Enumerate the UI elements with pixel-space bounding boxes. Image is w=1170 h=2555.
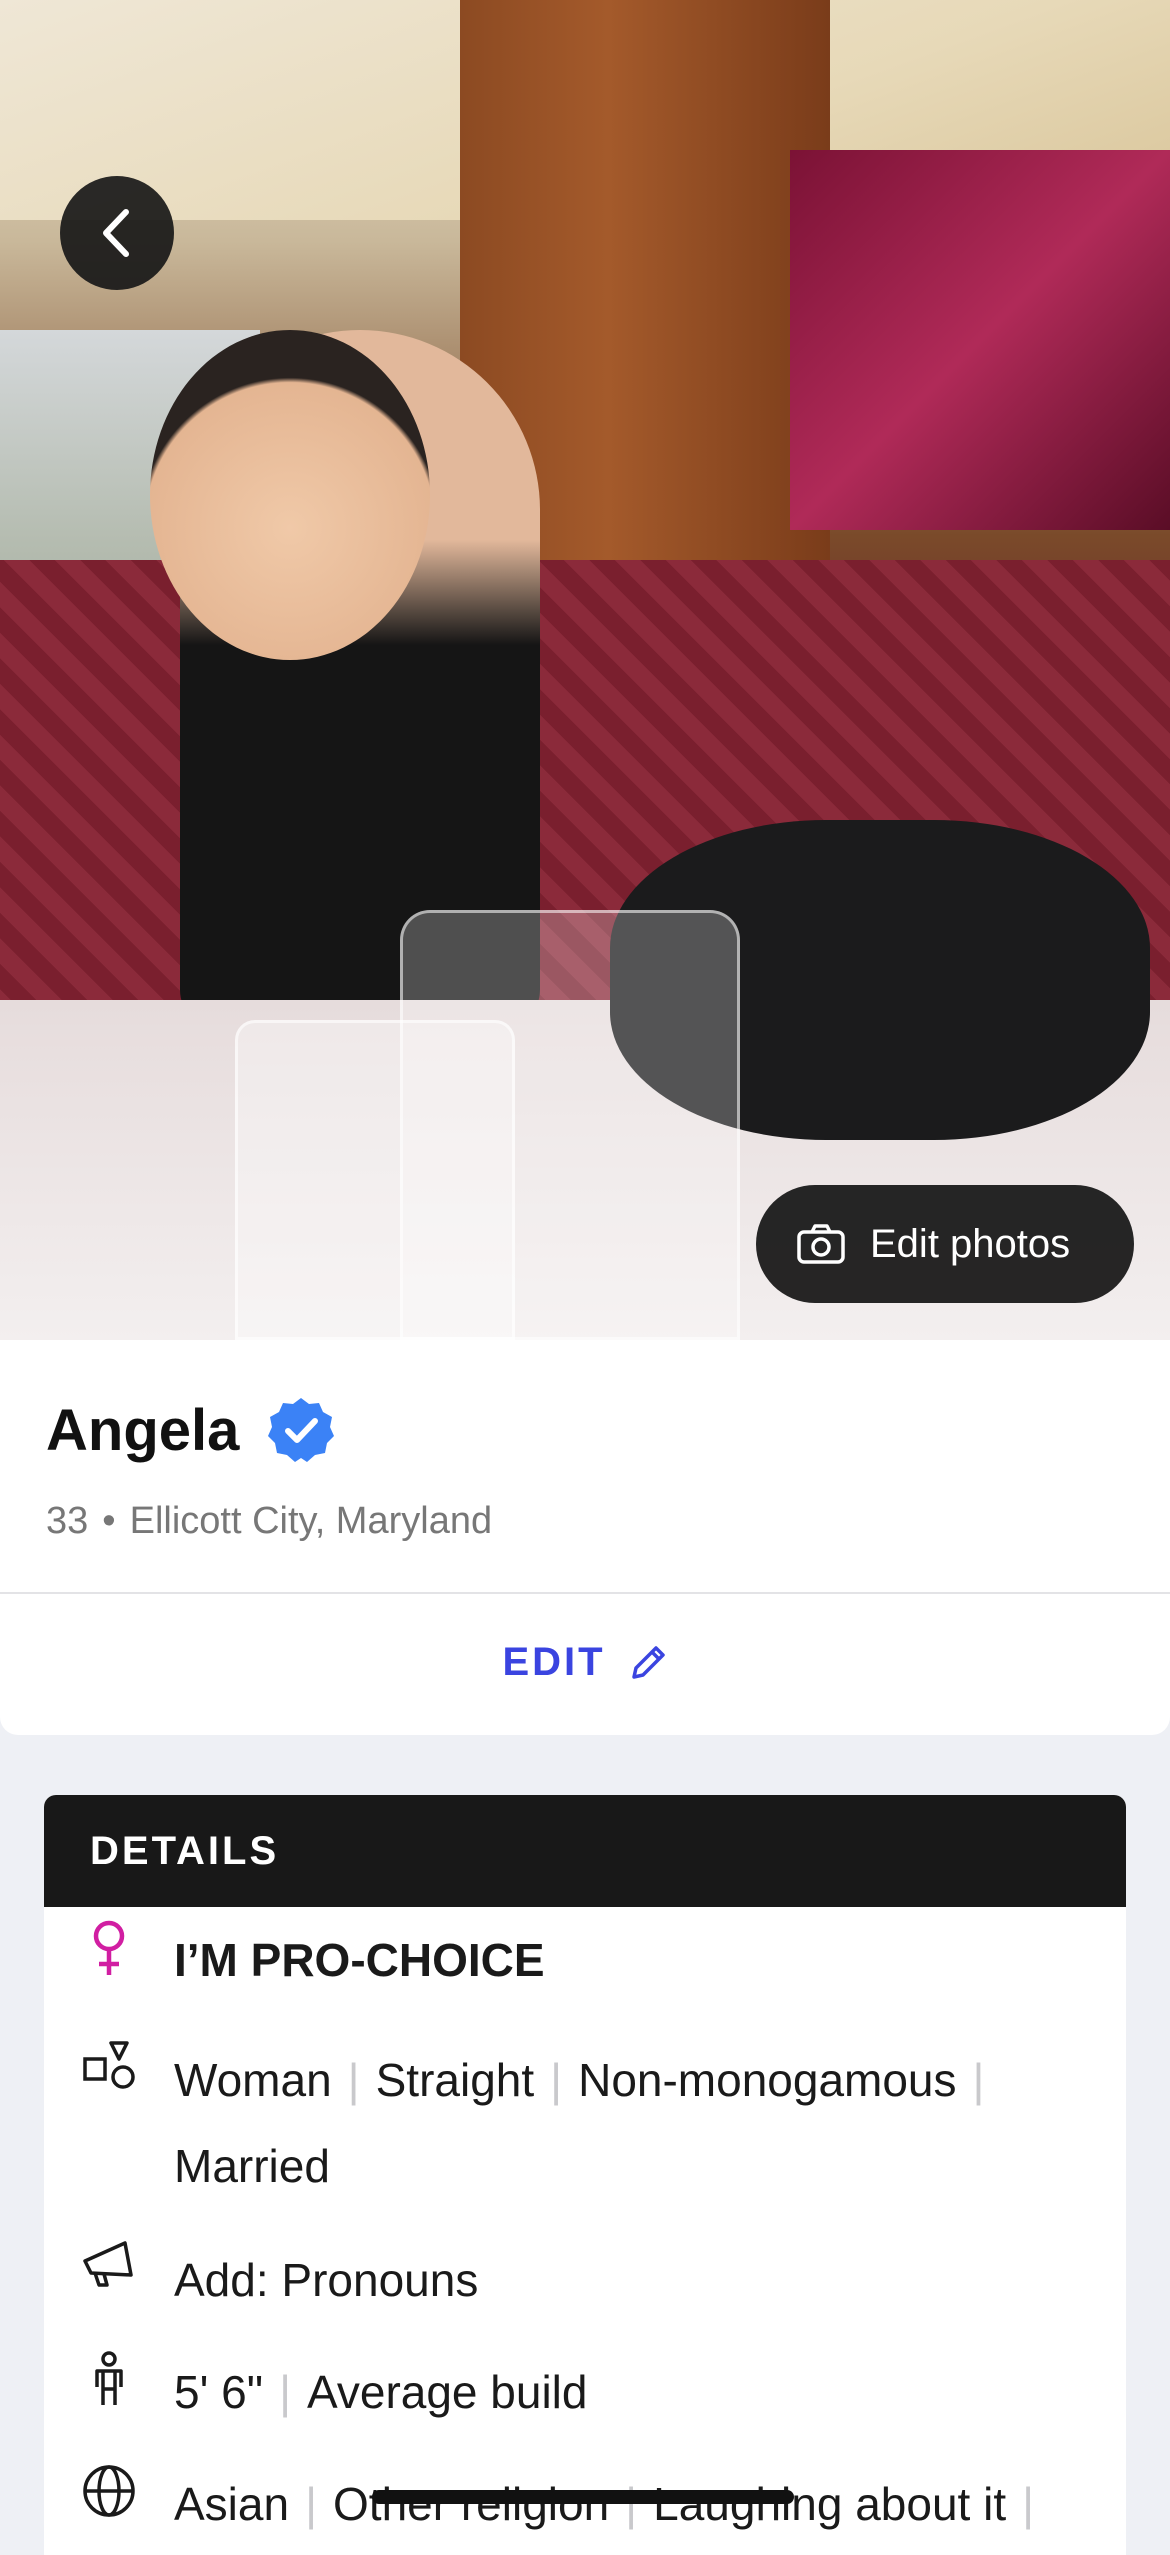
separator: | [1022, 2478, 1035, 2530]
separator: | [972, 2054, 985, 2106]
home-indicator[interactable] [372, 2490, 794, 2504]
religion-attitude-value: Laughing about it [653, 2478, 1007, 2530]
shapes-icon [44, 2037, 174, 2209]
ethnicity-value: Asian [174, 2478, 290, 2530]
photo-subject [150, 330, 430, 660]
separator: | [550, 2054, 563, 2106]
pro-choice-label: I’M PRO-CHOICE [174, 1934, 545, 1986]
body-row: 5' 6" | Average build [44, 2349, 1126, 2435]
profile-photo[interactable] [0, 0, 1170, 1340]
separator: | [625, 2478, 638, 2530]
female-symbol-icon [44, 1917, 174, 2003]
verified-badge-icon [268, 1398, 335, 1462]
details-section: DETAILS I’M PRO-CHOICE Woman | Straight | No… [44, 1795, 1126, 2555]
megaphone-icon [44, 2237, 174, 2323]
body-values: 5' 6" | Average build [174, 2349, 1126, 2435]
name-row: Angela [46, 1396, 335, 1464]
separator: | [305, 2478, 318, 2530]
relationship-status-value: Married [174, 2140, 330, 2192]
background-values: Asian | Other religion | Laughing about it | [174, 2461, 1126, 2547]
orientation-value: Straight [375, 2054, 535, 2106]
separator: | [279, 2366, 292, 2418]
profile-location: Ellicott City, Maryland [129, 1500, 493, 1542]
chevron-left-icon [103, 209, 129, 257]
build-value: Average build [307, 2366, 588, 2418]
edit-photos-label: Edit photos [870, 1221, 1071, 1266]
camera-icon [797, 1224, 845, 1264]
divider [0, 1592, 1170, 1594]
identity-row: Woman | Straight | Non-monogamous | Married [44, 2037, 1126, 2209]
pencil-icon [631, 1645, 665, 1679]
edit-photos-button[interactable]: Edit photos [756, 1185, 1134, 1303]
details-title: DETAILS [44, 1795, 1126, 1907]
profile-header: Angela 33 • Ellicott City, Maryland EDIT [0, 1340, 1170, 1735]
height-value: 5' 6" [174, 2366, 264, 2418]
back-button[interactable] [60, 176, 174, 290]
profile-name: Angela [46, 1397, 240, 1463]
photo-background [235, 1020, 515, 1340]
add-pronouns-link: Add: Pronouns [174, 2254, 479, 2306]
profile-meta: 33 • Ellicott City, Maryland [46, 1500, 492, 1543]
background-row: Asian | Other religion | Laughing about it | [44, 2461, 1126, 2547]
religion-value: Other religion [333, 2478, 610, 2530]
edit-profile-button[interactable]: EDIT [0, 1640, 1170, 1685]
photo-background [790, 150, 1170, 530]
identity-values: Woman | Straight | Non-monogamous | Married [174, 2037, 1126, 2209]
person-icon [44, 2349, 174, 2435]
pro-choice-row: I’M PRO-CHOICE [44, 1917, 1126, 2003]
pronouns-row[interactable]: Add: Pronouns [44, 2237, 1126, 2323]
edit-label: EDIT [502, 1640, 606, 1684]
gender-value: Woman [174, 2054, 332, 2106]
relationship-type-value: Non-monogamous [578, 2054, 957, 2106]
globe-icon [44, 2461, 174, 2547]
separator-dot: • [102, 1500, 116, 1542]
separator: | [347, 2054, 360, 2106]
profile-age: 33 [46, 1500, 89, 1542]
